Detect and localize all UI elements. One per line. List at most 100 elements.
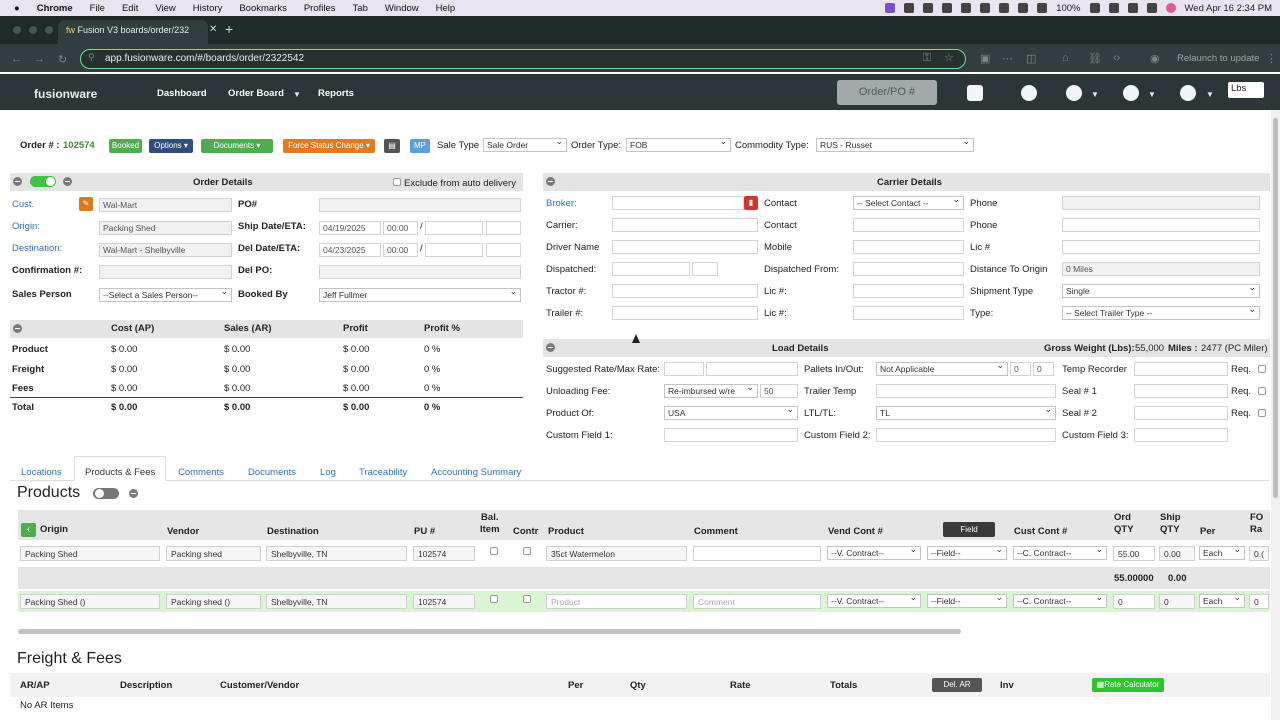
chevron-down-icon[interactable]: ▼ bbox=[1148, 90, 1156, 99]
row1-comment[interactable] bbox=[693, 546, 821, 561]
unloading-select[interactable]: Re-imbursed w/re bbox=[664, 384, 758, 398]
menu-window[interactable]: Window bbox=[385, 3, 419, 14]
relaunch-button[interactable]: Relaunch to update bbox=[1177, 53, 1259, 64]
del-po-field[interactable] bbox=[319, 265, 521, 279]
broker-field[interactable] bbox=[612, 196, 744, 210]
edit-icon[interactable]: ✎ bbox=[79, 197, 93, 211]
chevron-down-icon[interactable]: ▼ bbox=[1206, 90, 1214, 99]
tractor-field[interactable] bbox=[612, 284, 758, 298]
custom-field3[interactable] bbox=[1134, 428, 1228, 442]
search-icon[interactable] bbox=[1127, 3, 1138, 13]
collapse-icon[interactable] bbox=[13, 324, 22, 333]
contact-select[interactable]: -- Select Contact -- bbox=[853, 196, 964, 210]
ltl-select[interactable]: TL bbox=[876, 406, 1056, 420]
menu-view[interactable]: View bbox=[155, 3, 175, 14]
minimize-window-icon[interactable] bbox=[29, 26, 37, 34]
del-date-field[interactable]: 04/23/2025 bbox=[319, 243, 381, 257]
extension-icon[interactable]: ▣ bbox=[980, 52, 990, 65]
seal2-field[interactable] bbox=[1134, 406, 1228, 420]
row2-comment-input[interactable]: Comment bbox=[693, 594, 821, 609]
row1-ord-qty[interactable]: 55.00 bbox=[1113, 546, 1155, 561]
collapse-icon[interactable] bbox=[13, 177, 22, 186]
apple-icon[interactable]: ● bbox=[14, 3, 20, 14]
key-icon[interactable]: ⚿ bbox=[923, 52, 931, 65]
seal1-field[interactable] bbox=[1134, 384, 1228, 398]
ship-date-field[interactable]: 04/19/2025 bbox=[319, 221, 381, 235]
menu-bookmarks[interactable]: Bookmarks bbox=[239, 3, 287, 14]
row2-origin[interactable]: Packing Shed () bbox=[20, 594, 160, 609]
row2-fo-rate[interactable]: 0 bbox=[1249, 594, 1269, 609]
dispatched-from-field[interactable] bbox=[853, 262, 964, 276]
row1-cust-contract-select[interactable]: --C. Contract-- bbox=[1013, 546, 1107, 560]
rate-calculator-button[interactable]: ▦Rate Calculator bbox=[1092, 678, 1164, 692]
exclude-checkbox[interactable] bbox=[393, 178, 401, 186]
nav-order-board[interactable]: Order Board bbox=[228, 88, 284, 99]
trailer-temp-field[interactable] bbox=[876, 384, 1056, 398]
phone-field[interactable] bbox=[1062, 196, 1260, 210]
options-button[interactable]: Options ▾ bbox=[149, 139, 193, 153]
chevron-down-icon[interactable]: ▼ bbox=[293, 90, 301, 99]
tab-documents[interactable]: Documents bbox=[248, 467, 296, 478]
collapse-icon[interactable] bbox=[546, 343, 555, 352]
site-info-icon[interactable]: ⚲ bbox=[88, 52, 95, 63]
chat-icon[interactable] bbox=[904, 3, 915, 13]
extension-icon[interactable]: ⋯ bbox=[1002, 52, 1013, 65]
tab-accounting-summary[interactable]: Accounting Summary bbox=[431, 467, 521, 478]
del-eta-time-field[interactable] bbox=[486, 243, 521, 257]
sync-icon[interactable] bbox=[980, 3, 991, 13]
row2-cust-contract-select[interactable]: --C. Contract-- bbox=[1013, 594, 1107, 608]
profile-icon[interactable]: ◉ bbox=[1150, 52, 1160, 65]
battery-icon[interactable] bbox=[1089, 3, 1100, 13]
contact-field[interactable] bbox=[853, 218, 964, 232]
bluetooth-icon[interactable] bbox=[942, 3, 953, 13]
volume-icon[interactable] bbox=[1037, 3, 1048, 13]
row1-vend-contract-select[interactable]: --V. Contract-- bbox=[827, 546, 921, 560]
pallets-out-field[interactable]: 0 bbox=[1033, 362, 1054, 376]
ship-eta-date-field[interactable] bbox=[425, 221, 483, 235]
code-icon[interactable]: ‹› bbox=[1113, 52, 1120, 64]
s-app-icon[interactable] bbox=[961, 3, 972, 13]
chevron-down-icon[interactable]: ▼ bbox=[1091, 90, 1099, 99]
reload-icon[interactable]: ↻ bbox=[58, 53, 67, 66]
back-arrow-icon[interactable]: ‹ bbox=[21, 523, 36, 537]
row2-pu[interactable]: 102574 bbox=[413, 594, 475, 609]
link-icon[interactable]: ⛓ bbox=[1088, 52, 1102, 65]
screen-record-icon[interactable] bbox=[885, 3, 896, 13]
units-select[interactable]: Lbs bbox=[1228, 82, 1264, 98]
trailer-field[interactable] bbox=[612, 306, 758, 320]
browser-tab[interactable]: fw Fusion V3 boards/order/232 bbox=[58, 20, 208, 44]
row1-fo-rate[interactable]: 0.( bbox=[1249, 546, 1269, 561]
brightness-icon[interactable] bbox=[999, 3, 1010, 13]
row2-destination[interactable]: Shelbyville, TN bbox=[266, 594, 407, 609]
logo[interactable]: fusionware bbox=[34, 87, 97, 101]
tab-traceability[interactable]: Traceability bbox=[359, 467, 407, 478]
custom-field2[interactable] bbox=[876, 428, 1056, 442]
collapse-icon[interactable] bbox=[546, 177, 555, 186]
settings-gear-icon[interactable] bbox=[1066, 85, 1082, 101]
clock[interactable]: Wed Apr 16 2:34 PM bbox=[1185, 3, 1273, 14]
tab-products-fees[interactable]: Products & Fees bbox=[85, 467, 155, 478]
mp-button[interactable]: MP bbox=[410, 139, 430, 153]
row1-per-select[interactable]: Each bbox=[1199, 546, 1245, 560]
row1-contr-checkbox[interactable] bbox=[523, 547, 531, 555]
trailer-lic-field[interactable] bbox=[853, 306, 964, 320]
row1-field-select[interactable]: --Field-- bbox=[927, 546, 1007, 560]
shipment-type-select[interactable]: Single bbox=[1062, 284, 1260, 298]
row2-contr-checkbox[interactable] bbox=[523, 595, 531, 603]
extension-icon[interactable]: ◫ bbox=[1026, 52, 1036, 65]
row1-ship-qty[interactable]: 0.00 bbox=[1159, 546, 1195, 561]
pallets-select[interactable]: Not Applicable bbox=[876, 362, 1008, 376]
control-center-icon[interactable] bbox=[1146, 3, 1157, 13]
tab-locations[interactable]: Locations bbox=[21, 467, 62, 478]
cust-link[interactable]: Cust. bbox=[12, 199, 34, 210]
origin-link[interactable]: Origin: bbox=[12, 221, 40, 232]
user-icon[interactable] bbox=[1123, 85, 1139, 101]
force-status-button[interactable]: Force Status Change ▾ bbox=[283, 139, 375, 153]
seal1-req-checkbox[interactable] bbox=[1258, 387, 1266, 395]
row1-bal-checkbox[interactable] bbox=[490, 547, 498, 555]
custom-field1[interactable] bbox=[664, 428, 798, 442]
new-tab-icon[interactable]: + bbox=[225, 21, 233, 37]
row1-product[interactable]: 35ct Watermelon bbox=[546, 546, 687, 561]
page-scrollbar-thumb[interactable] bbox=[1273, 118, 1278, 498]
row2-per-select[interactable]: Each bbox=[1199, 594, 1245, 608]
